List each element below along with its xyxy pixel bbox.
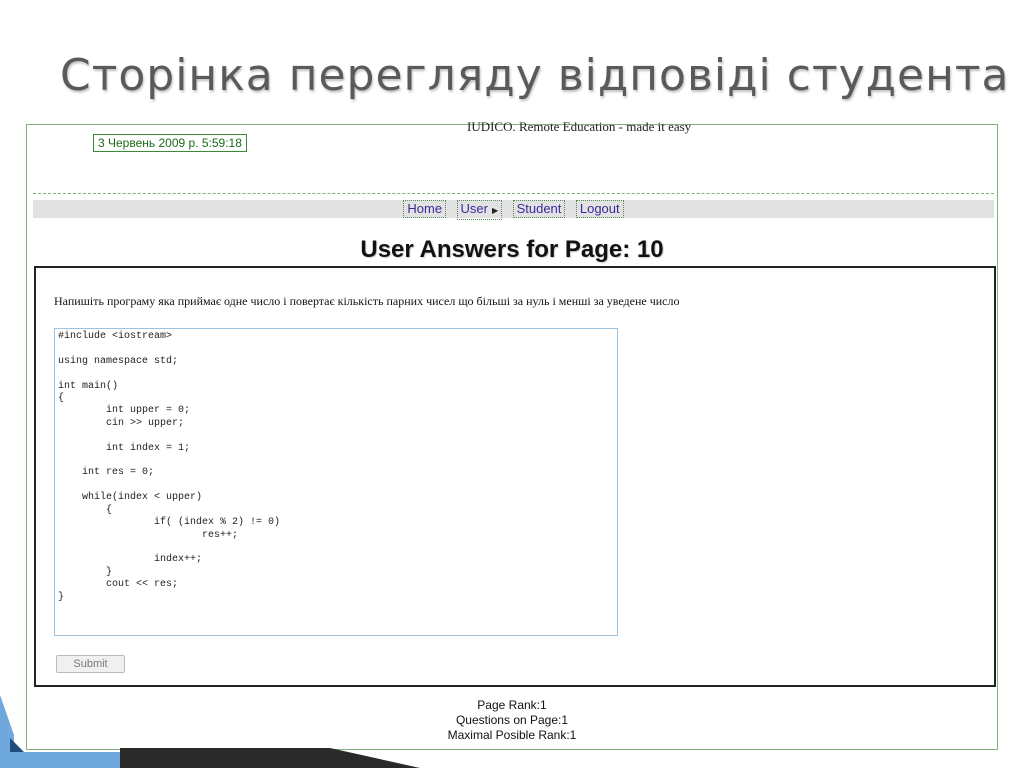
deco-bottom-dark: [120, 748, 420, 768]
slide-decoration: [0, 695, 420, 768]
